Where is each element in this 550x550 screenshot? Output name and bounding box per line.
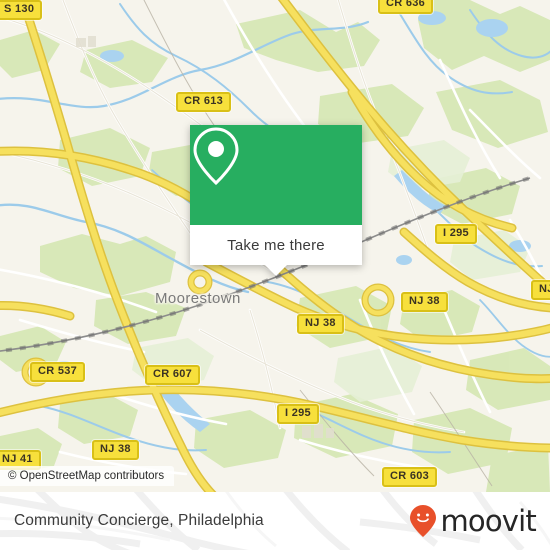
take-me-there-label: Take me there bbox=[227, 236, 325, 254]
shield-cr-613[interactable]: CR 613 bbox=[176, 92, 232, 112]
shield-us-130[interactable]: S 130 bbox=[0, 0, 43, 20]
shield-cr-603[interactable]: CR 603 bbox=[382, 467, 438, 487]
callout-pin-panel bbox=[190, 125, 362, 225]
moovit-brand[interactable]: moovit bbox=[408, 503, 537, 538]
shield-cr-537[interactable]: CR 537 bbox=[30, 362, 86, 382]
moovit-smiley-pin-icon bbox=[410, 505, 437, 537]
moovit-wordmark: moovit bbox=[440, 503, 536, 538]
map-canvas[interactable]: Moorestown S 130 CR 636 CR 613 I 295 NJ … bbox=[0, 0, 550, 492]
page-title: Community Concierge, Philadelphia bbox=[14, 512, 264, 529]
moovit-station-map-card: Moorestown S 130 CR 636 CR 613 I 295 NJ … bbox=[0, 0, 550, 550]
take-me-there-callout[interactable]: Take me there bbox=[190, 125, 362, 276]
callout-pointer bbox=[265, 265, 287, 276]
shield-nj-38-right[interactable]: NJ 38 bbox=[401, 292, 448, 312]
shield-nj-38-center[interactable]: NJ 38 bbox=[297, 314, 344, 334]
place-label-moorestown: Moorestown bbox=[155, 290, 241, 307]
shield-nj-38-lower[interactable]: NJ 38 bbox=[92, 440, 139, 460]
footer-bar: Community Concierge, Philadelphia moovit bbox=[0, 492, 550, 550]
map-pin-icon bbox=[193, 127, 239, 186]
osm-attribution[interactable]: © OpenStreetMap contributors bbox=[0, 466, 175, 486]
shield-i-295-lower[interactable]: I 295 bbox=[277, 404, 319, 424]
callout-action-panel[interactable]: Take me there bbox=[190, 225, 362, 276]
shield-i-295-upper[interactable]: I 295 bbox=[435, 224, 477, 244]
shield-cr-607[interactable]: CR 607 bbox=[145, 365, 201, 385]
shield-nj-edge[interactable]: NJ bbox=[531, 280, 550, 300]
shield-cr-636[interactable]: CR 636 bbox=[378, 0, 434, 14]
